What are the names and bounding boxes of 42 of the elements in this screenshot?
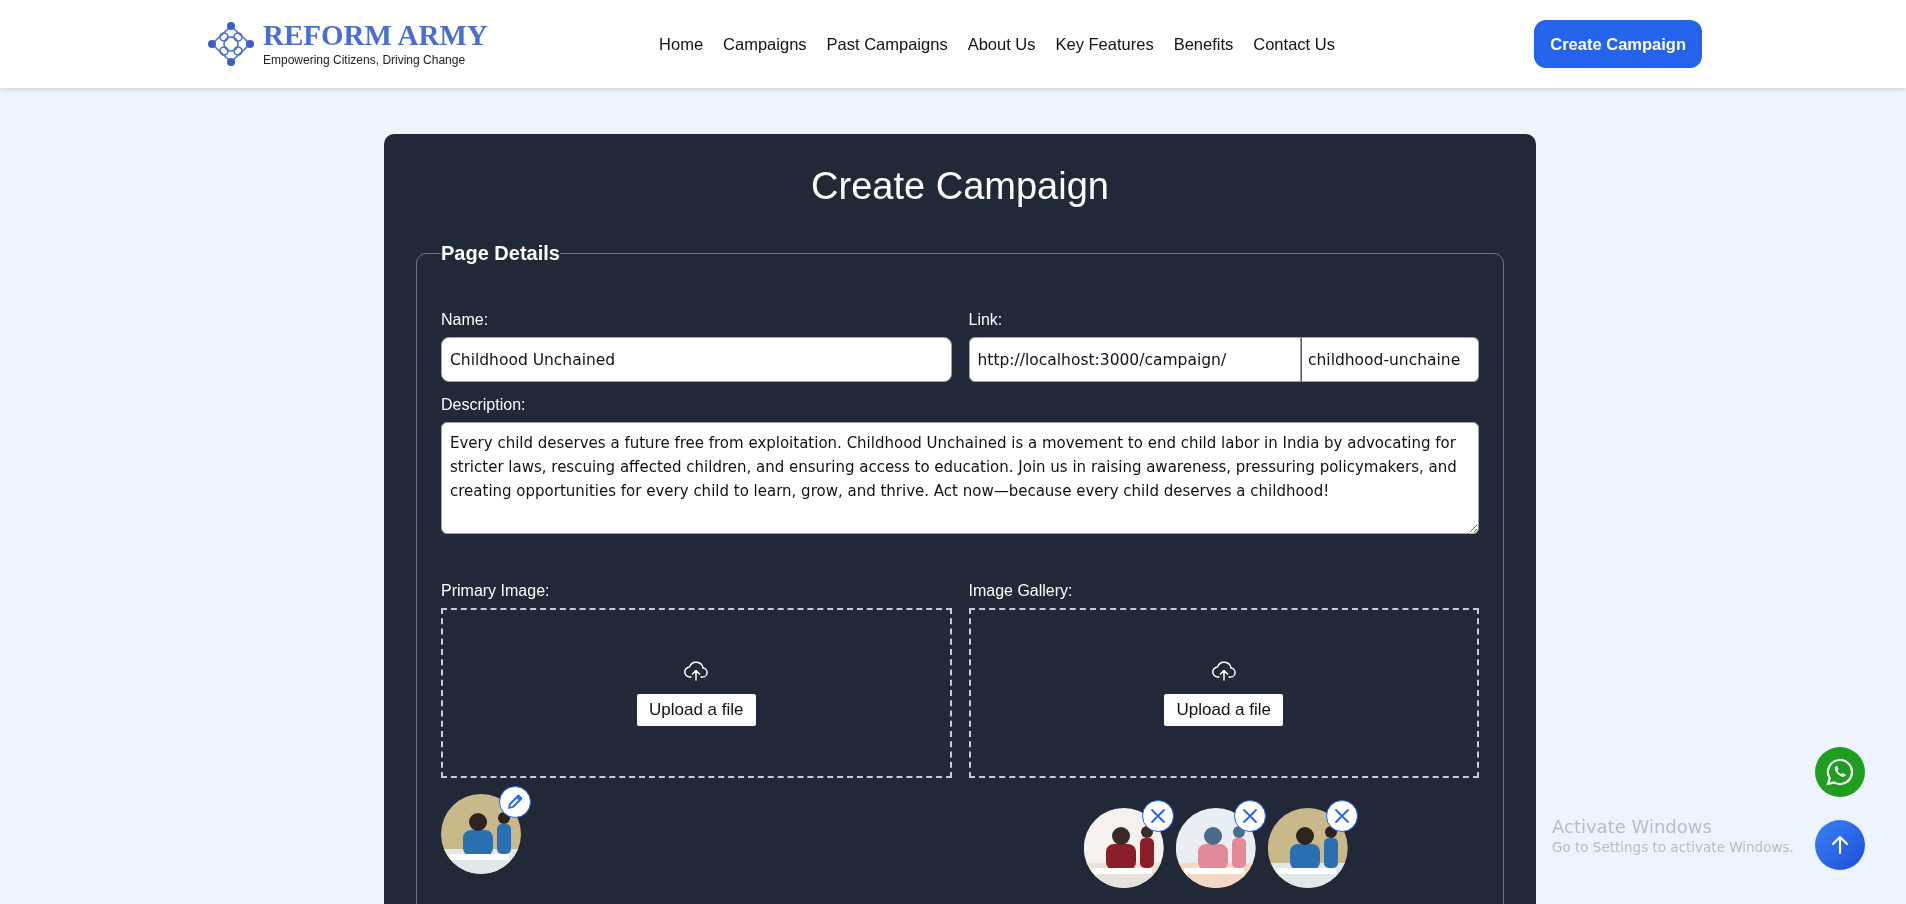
nav-link[interactable]: Home <box>659 34 704 54</box>
close-icon <box>1241 808 1258 824</box>
brand-name: REFORM ARMY <box>263 21 488 50</box>
activation-text: Go to Settings to activate Windows. <box>1552 839 1794 855</box>
field-label: Description: <box>441 396 527 414</box>
nav-link[interactable]: Contact Us <box>1253 34 1335 54</box>
close-icon <box>1333 808 1350 824</box>
page-title: Create Campaign <box>810 164 1110 208</box>
field-label: Primary Image: <box>441 582 551 600</box>
link-prefix-field[interactable]: http://localhost:3000/campaign/ <box>968 337 1301 382</box>
close-icon <box>1149 808 1166 824</box>
upload-button[interactable]: Upload a file <box>637 694 756 726</box>
description-field[interactable]: Every child deserves a future free from exploitation. Childhood Unchained is a movement to end child labor in India by advocating for stricter laws, rescuing affected children, and ensuring access to education. Join us in raising awareness, pressuring policymakers, and creating opportunities for every child to learn, grow, and thrive. Act now—because every child deserves a childhood! <box>441 422 1479 534</box>
section-title: Page Details <box>441 242 560 265</box>
edit-button[interactable] <box>499 786 531 818</box>
nav-link[interactable]: Key Features <box>1055 34 1154 54</box>
upload-dropzone[interactable]: Upload a file <box>968 608 1479 778</box>
nav-link[interactable]: Campaigns <box>723 34 807 54</box>
pencil-icon <box>506 793 524 811</box>
upload-icon <box>684 660 709 682</box>
upload-dropzone[interactable]: Upload a file <box>441 608 952 778</box>
remove-button[interactable] <box>1325 800 1358 832</box>
slug-field[interactable]: childhood-unchaine <box>1301 337 1479 382</box>
whatsapp-button[interactable] <box>1815 747 1865 797</box>
remove-button[interactable] <box>1233 800 1266 832</box>
arrow-up-icon <box>1831 835 1849 855</box>
field-label: Name: <box>441 311 490 329</box>
upload-button[interactable]: Upload a file <box>1164 694 1283 726</box>
field-label: Link: <box>968 311 1004 329</box>
remove-button[interactable] <box>1141 800 1174 832</box>
field-label: Image Gallery: <box>968 582 1074 600</box>
scroll-top-button[interactable] <box>1815 820 1865 870</box>
brand-tagline: Empowering Citizens, Driving Change <box>263 53 467 67</box>
name-field[interactable]: Childhood Unchained <box>441 337 952 382</box>
nav-link[interactable]: Past Campaigns <box>826 34 948 54</box>
nav-link[interactable]: About Us <box>967 34 1036 54</box>
logo-icon <box>207 21 255 67</box>
create-campaign-button[interactable]: Create Campaign <box>1534 20 1702 68</box>
nav-link[interactable]: Benefits <box>1173 34 1234 54</box>
activation-title: Activate Windows <box>1552 816 1713 837</box>
chat-phone-icon <box>1825 757 1855 787</box>
upload-icon <box>1211 660 1236 682</box>
